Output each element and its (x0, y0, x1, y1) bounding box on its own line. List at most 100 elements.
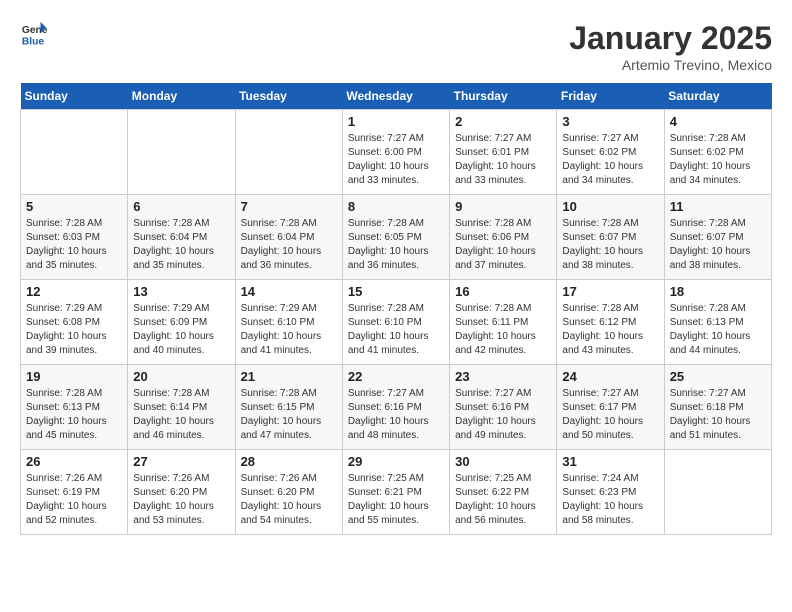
day-info: Sunrise: 7:28 AM Sunset: 6:14 PM Dayligh… (133, 387, 229, 443)
header-tuesday: Tuesday (235, 83, 342, 110)
header-wednesday: Wednesday (342, 83, 449, 110)
day-info: Sunrise: 7:27 AM Sunset: 6:00 PM Dayligh… (348, 132, 444, 188)
calendar-cell: 11 Sunrise: 7:28 AM Sunset: 6:07 PM Dayli… (664, 195, 771, 280)
day-number: 29 (348, 454, 444, 469)
day-number: 28 (241, 454, 337, 469)
calendar-cell: 31 Sunrise: 7:24 AM Sunset: 6:23 PM Dayli… (557, 450, 664, 535)
day-info: Sunrise: 7:24 AM Sunset: 6:23 PM Dayligh… (562, 472, 658, 528)
day-number: 8 (348, 199, 444, 214)
day-number: 23 (455, 369, 551, 384)
calendar-cell (21, 110, 128, 195)
header-thursday: Thursday (450, 83, 557, 110)
calendar-week-row: 19 Sunrise: 7:28 AM Sunset: 6:13 PM Dayli… (21, 365, 772, 450)
day-info: Sunrise: 7:28 AM Sunset: 6:11 PM Dayligh… (455, 302, 551, 358)
header-monday: Monday (128, 83, 235, 110)
day-number: 13 (133, 284, 229, 299)
day-number: 3 (562, 114, 658, 129)
day-info: Sunrise: 7:27 AM Sunset: 6:01 PM Dayligh… (455, 132, 551, 188)
day-number: 14 (241, 284, 337, 299)
svg-text:Blue: Blue (22, 36, 45, 47)
day-number: 1 (348, 114, 444, 129)
day-number: 31 (562, 454, 658, 469)
calendar-cell: 19 Sunrise: 7:28 AM Sunset: 6:13 PM Dayli… (21, 365, 128, 450)
day-number: 2 (455, 114, 551, 129)
day-info: Sunrise: 7:28 AM Sunset: 6:07 PM Dayligh… (562, 217, 658, 273)
day-info: Sunrise: 7:28 AM Sunset: 6:15 PM Dayligh… (241, 387, 337, 443)
calendar-cell: 26 Sunrise: 7:26 AM Sunset: 6:19 PM Dayli… (21, 450, 128, 535)
day-info: Sunrise: 7:27 AM Sunset: 6:02 PM Dayligh… (562, 132, 658, 188)
calendar-cell: 7Sunrise: 7:28 AM Sunset: 6:04 PM Daylig… (235, 195, 342, 280)
calendar-week-row: 26 Sunrise: 7:26 AM Sunset: 6:19 PM Dayli… (21, 450, 772, 535)
logo-icon: General Blue (20, 20, 48, 48)
calendar-header: Sunday Monday Tuesday Wednesday Thursday… (21, 83, 772, 110)
day-info: Sunrise: 7:26 AM Sunset: 6:20 PM Dayligh… (241, 472, 337, 528)
calendar-cell: 13 Sunrise: 7:29 AM Sunset: 6:09 PM Dayli… (128, 280, 235, 365)
header-friday: Friday (557, 83, 664, 110)
calendar-subtitle: Artemio Trevino, Mexico (569, 57, 772, 73)
calendar-cell: 15 Sunrise: 7:28 AM Sunset: 6:10 PM Dayli… (342, 280, 449, 365)
day-number: 25 (670, 369, 766, 384)
day-info: Sunrise: 7:28 AM Sunset: 6:06 PM Dayligh… (455, 217, 551, 273)
calendar-cell: 28 Sunrise: 7:26 AM Sunset: 6:20 PM Dayli… (235, 450, 342, 535)
day-info: Sunrise: 7:26 AM Sunset: 6:19 PM Dayligh… (26, 472, 122, 528)
day-info: Sunrise: 7:29 AM Sunset: 6:08 PM Dayligh… (26, 302, 122, 358)
day-info: Sunrise: 7:28 AM Sunset: 6:12 PM Dayligh… (562, 302, 658, 358)
day-number: 12 (26, 284, 122, 299)
calendar-cell: 24 Sunrise: 7:27 AM Sunset: 6:17 PM Dayli… (557, 365, 664, 450)
calendar-cell: 17 Sunrise: 7:28 AM Sunset: 6:12 PM Dayli… (557, 280, 664, 365)
header-sunday: Sunday (21, 83, 128, 110)
day-number: 4 (670, 114, 766, 129)
day-info: Sunrise: 7:27 AM Sunset: 6:17 PM Dayligh… (562, 387, 658, 443)
day-number: 15 (348, 284, 444, 299)
day-info: Sunrise: 7:28 AM Sunset: 6:03 PM Dayligh… (26, 217, 122, 273)
calendar-cell: 22 Sunrise: 7:27 AM Sunset: 6:16 PM Dayli… (342, 365, 449, 450)
calendar-cell: 8 Sunrise: 7:28 AM Sunset: 6:05 PM Daylig… (342, 195, 449, 280)
day-number: 21 (241, 369, 337, 384)
calendar-cell: 25Sunrise: 7:27 AM Sunset: 6:18 PM Dayli… (664, 365, 771, 450)
day-info: Sunrise: 7:28 AM Sunset: 6:05 PM Dayligh… (348, 217, 444, 273)
day-info: Sunrise: 7:28 AM Sunset: 6:13 PM Dayligh… (670, 302, 766, 358)
day-number: 7 (241, 199, 337, 214)
day-number: 26 (26, 454, 122, 469)
logo: General Blue (20, 20, 48, 48)
day-number: 16 (455, 284, 551, 299)
calendar-cell: 6Sunrise: 7:28 AM Sunset: 6:04 PM Daylig… (128, 195, 235, 280)
calendar-cell: 5 Sunrise: 7:28 AM Sunset: 6:03 PM Daylig… (21, 195, 128, 280)
day-number: 17 (562, 284, 658, 299)
day-number: 27 (133, 454, 229, 469)
calendar-cell: 10Sunrise: 7:28 AM Sunset: 6:07 PM Dayli… (557, 195, 664, 280)
day-number: 19 (26, 369, 122, 384)
day-number: 6 (133, 199, 229, 214)
day-info: Sunrise: 7:28 AM Sunset: 6:07 PM Dayligh… (670, 217, 766, 273)
day-info: Sunrise: 7:28 AM Sunset: 6:10 PM Dayligh… (348, 302, 444, 358)
day-number: 5 (26, 199, 122, 214)
day-info: Sunrise: 7:29 AM Sunset: 6:10 PM Dayligh… (241, 302, 337, 358)
day-number: 22 (348, 369, 444, 384)
day-info: Sunrise: 7:26 AM Sunset: 6:20 PM Dayligh… (133, 472, 229, 528)
calendar-cell: 27 Sunrise: 7:26 AM Sunset: 6:20 PM Dayli… (128, 450, 235, 535)
day-info: Sunrise: 7:25 AM Sunset: 6:21 PM Dayligh… (348, 472, 444, 528)
day-number: 11 (670, 199, 766, 214)
day-info: Sunrise: 7:27 AM Sunset: 6:16 PM Dayligh… (348, 387, 444, 443)
calendar-cell: 30 Sunrise: 7:25 AM Sunset: 6:22 PM Dayli… (450, 450, 557, 535)
weekday-header-row: Sunday Monday Tuesday Wednesday Thursday… (21, 83, 772, 110)
day-number: 30 (455, 454, 551, 469)
header-saturday: Saturday (664, 83, 771, 110)
day-number: 24 (562, 369, 658, 384)
calendar-cell: 14 Sunrise: 7:29 AM Sunset: 6:10 PM Dayli… (235, 280, 342, 365)
day-info: Sunrise: 7:28 AM Sunset: 6:13 PM Dayligh… (26, 387, 122, 443)
calendar-title: January 2025 (569, 20, 772, 57)
calendar-cell (128, 110, 235, 195)
calendar-table: Sunday Monday Tuesday Wednesday Thursday… (20, 83, 772, 535)
calendar-cell: 20Sunrise: 7:28 AM Sunset: 6:14 PM Dayli… (128, 365, 235, 450)
calendar-cell (235, 110, 342, 195)
calendar-cell: 29 Sunrise: 7:25 AM Sunset: 6:21 PM Dayli… (342, 450, 449, 535)
calendar-week-row: 12 Sunrise: 7:29 AM Sunset: 6:08 PM Dayli… (21, 280, 772, 365)
calendar-week-row: 5 Sunrise: 7:28 AM Sunset: 6:03 PM Daylig… (21, 195, 772, 280)
calendar-cell: 1 Sunrise: 7:27 AM Sunset: 6:00 PM Daylig… (342, 110, 449, 195)
calendar-cell: 12 Sunrise: 7:29 AM Sunset: 6:08 PM Dayli… (21, 280, 128, 365)
calendar-cell: 9Sunrise: 7:28 AM Sunset: 6:06 PM Daylig… (450, 195, 557, 280)
calendar-cell: 21 Sunrise: 7:28 AM Sunset: 6:15 PM Dayli… (235, 365, 342, 450)
day-info: Sunrise: 7:29 AM Sunset: 6:09 PM Dayligh… (133, 302, 229, 358)
day-info: Sunrise: 7:25 AM Sunset: 6:22 PM Dayligh… (455, 472, 551, 528)
